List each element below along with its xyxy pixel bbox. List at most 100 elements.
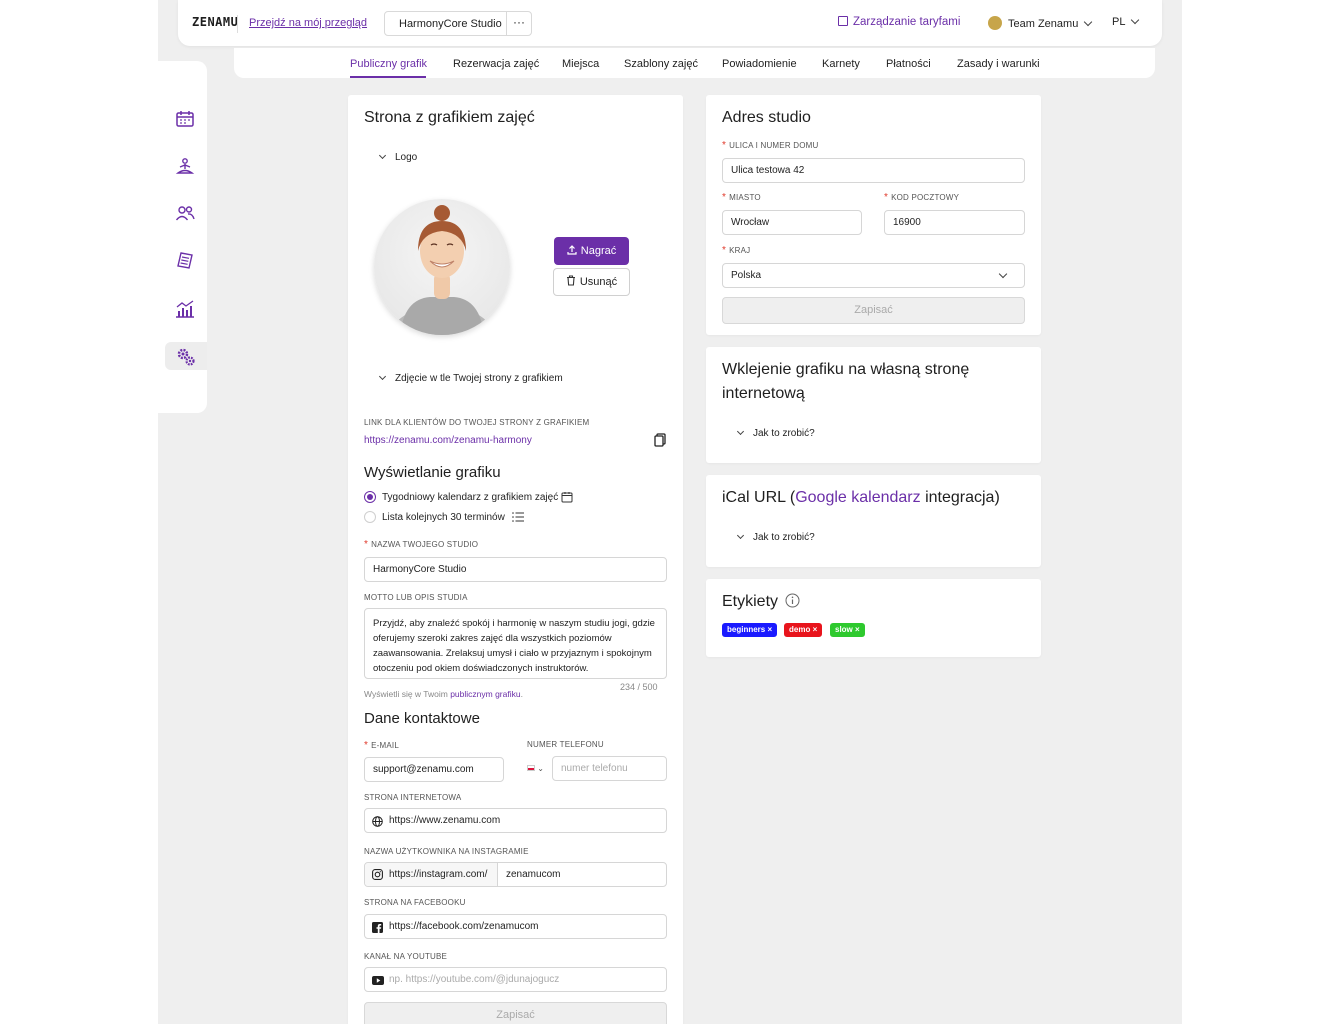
chevron-down-icon [378, 372, 387, 381]
address-title: Adres studio [722, 109, 811, 126]
instagram-label: NAZWA UŻYTKOWNIKA NA INSTAGRAMIE [364, 847, 529, 856]
motto-counter: 234 / 500 [620, 682, 658, 692]
chevron-down-icon [378, 151, 387, 160]
studio-menu-button[interactable]: ··· [506, 12, 531, 35]
street-input[interactable]: Ulica testowa 42 [722, 158, 1025, 183]
sidebar-item-orders[interactable] [165, 247, 207, 275]
sidebar-item-clients[interactable] [165, 199, 207, 227]
tab-passes[interactable]: Karnety [822, 58, 860, 70]
language-selector[interactable]: PL [1112, 15, 1140, 28]
tab-class-booking[interactable]: Rezerwacja zajęć [453, 58, 539, 70]
list-icon [512, 512, 524, 522]
facebook-label: STRONA NA FACEBOOKU [364, 898, 466, 907]
display-title: Wyświetlanie grafiku [364, 464, 501, 481]
embed-title: Wklejenie grafiku na własną stronę inter… [722, 361, 970, 402]
website-label: STRONA INTERNETOWA [364, 793, 462, 802]
language-label: PL [1112, 16, 1126, 28]
tab-payments[interactable]: Płatności [886, 58, 931, 70]
youtube-icon [372, 976, 384, 985]
embed-howto-toggle[interactable]: Jak to zrobić? [736, 427, 815, 439]
upload-logo-button[interactable]: Nagrać [554, 237, 629, 265]
remove-label: Usunąć [579, 276, 618, 288]
tab-public-schedule[interactable]: Publiczny grafik [350, 58, 427, 70]
city-input[interactable]: Wrocław [722, 210, 862, 235]
weekly-calendar-label: Tygodniowy kalendarz z grafikiem zajęć [382, 492, 559, 503]
facebook-input[interactable]: https://facebook.com/zenamucom [364, 914, 667, 939]
sidebar-item-statistics[interactable] [165, 295, 207, 323]
remove-tag-icon[interactable]: × [767, 625, 772, 634]
schedule-link-url[interactable]: https://zenamu.com/zenamu-harmony [364, 435, 532, 446]
phone-country-select[interactable]: ⌄ [527, 764, 544, 773]
remove-logo-button[interactable]: Usunąć [553, 268, 630, 296]
tab-class-templates[interactable]: Szablony zajęć [624, 58, 698, 70]
ical-title: iCal URL (Google kalendarz integracja) [722, 489, 1000, 506]
contact-title: Dane kontaktowe [364, 710, 480, 727]
google-calendar-link[interactable]: Google kalendarz [795, 489, 920, 506]
phone-input[interactable]: numer telefonu [552, 756, 667, 781]
ical-howto-label: Jak to zrobić? [753, 532, 815, 543]
schedule-link[interactable]: https://zenamu.com/zenamu-harmony [364, 435, 532, 446]
meditation-icon [175, 158, 195, 174]
studio-name-label: * NAZWA TWOJEGO STUDIO [364, 539, 479, 550]
instagram-input[interactable]: zenamucom [506, 869, 560, 880]
sidebar-item-settings[interactable] [165, 342, 207, 370]
globe-icon [372, 816, 383, 827]
background-photo-label: Zdjęcie w tle Twojej strony z grafikiem [395, 373, 563, 384]
tab-places[interactable]: Miejsca [562, 58, 599, 70]
save-schedule-button[interactable]: Zapisać [364, 1002, 667, 1024]
youtube-input[interactable]: np. https://youtube.com/@jdunajogucz [364, 967, 667, 992]
email-input[interactable]: support@zenamu.com [364, 757, 504, 782]
save-address-button[interactable]: Zapisać [722, 297, 1025, 324]
manage-plans-label: Zarządzanie taryfami [853, 16, 961, 28]
zip-input[interactable]: 16900 [884, 210, 1025, 235]
chevron-down-icon [1084, 17, 1093, 27]
tag-demo[interactable]: demo × [784, 623, 823, 637]
remove-tag-icon[interactable]: × [813, 625, 818, 634]
zenamu-logo[interactable]: ZENAMU [192, 15, 238, 29]
weekly-calendar-radio[interactable] [364, 491, 376, 503]
chevron-down-icon [736, 531, 745, 540]
tab-terms[interactable]: Zasady i warunki [957, 58, 1040, 70]
tag-beginners[interactable]: beginners × [722, 623, 778, 637]
remove-tag-icon[interactable]: × [855, 625, 860, 634]
studio-name-input[interactable]: HarmonyCore Studio [364, 557, 667, 582]
poland-flag-icon [527, 765, 535, 771]
active-tab-indicator [350, 76, 426, 78]
settings-icon [177, 348, 195, 366]
motto-textarea[interactable]: Przyjdź, aby znaleźć spokój i harmonię w… [364, 608, 667, 679]
labels-title: Etykiety [722, 593, 779, 610]
calendar-icon [176, 111, 194, 127]
list-view-label: Lista kolejnych 30 terminów [382, 512, 505, 523]
stats-icon [176, 300, 194, 318]
logo-section-toggle[interactable]: Logo [378, 151, 417, 163]
team-menu[interactable]: Team Zenamu [988, 16, 1093, 30]
team-name: Team Zenamu [1008, 18, 1079, 30]
sidebar-item-calendar[interactable] [165, 105, 207, 133]
sidebar-item-classes[interactable] [165, 153, 207, 181]
overview-link[interactable]: Przejdź na mój przegląd [249, 17, 367, 29]
facebook-icon [372, 922, 383, 933]
list-view-radio[interactable] [364, 511, 376, 523]
tab-notifications[interactable]: Powiadomienie [722, 58, 797, 70]
team-avatar [988, 16, 1002, 30]
youtube-label: KANAŁ NA YOUTUBE [364, 952, 448, 961]
street-label: * ULICA I NUMER DOMU [722, 140, 819, 151]
upload-icon [567, 245, 577, 255]
studio-switcher[interactable]: HarmonyCore Studio ··· [384, 11, 532, 36]
instagram-prefix: https://instagram.com/ [365, 863, 498, 886]
country-select[interactable]: Polska [722, 263, 1025, 288]
email-label: * E-MAIL [364, 740, 399, 751]
studio-logo-image [374, 199, 510, 335]
background-photo-toggle[interactable]: Zdjęcie w tle Twojej strony z grafikiem [378, 372, 563, 384]
tag-slow[interactable]: slow × [830, 623, 865, 637]
manage-plans-link[interactable]: Zarządzanie taryfami [838, 16, 960, 28]
info-icon[interactable] [785, 593, 800, 608]
public-schedule-link[interactable]: publicznym grafiku [450, 689, 520, 699]
instagram-icon [372, 869, 383, 880]
ical-howto-toggle[interactable]: Jak to zrobić? [736, 531, 815, 543]
portrait-image [387, 205, 497, 335]
copy-icon[interactable] [654, 433, 666, 447]
trash-icon [566, 275, 575, 286]
schedule-link-label: LINK DLA KLIENTÓW DO TWOJEJ STRONY Z GRA… [364, 418, 590, 427]
website-input[interactable]: https://www.zenamu.com [364, 808, 667, 833]
